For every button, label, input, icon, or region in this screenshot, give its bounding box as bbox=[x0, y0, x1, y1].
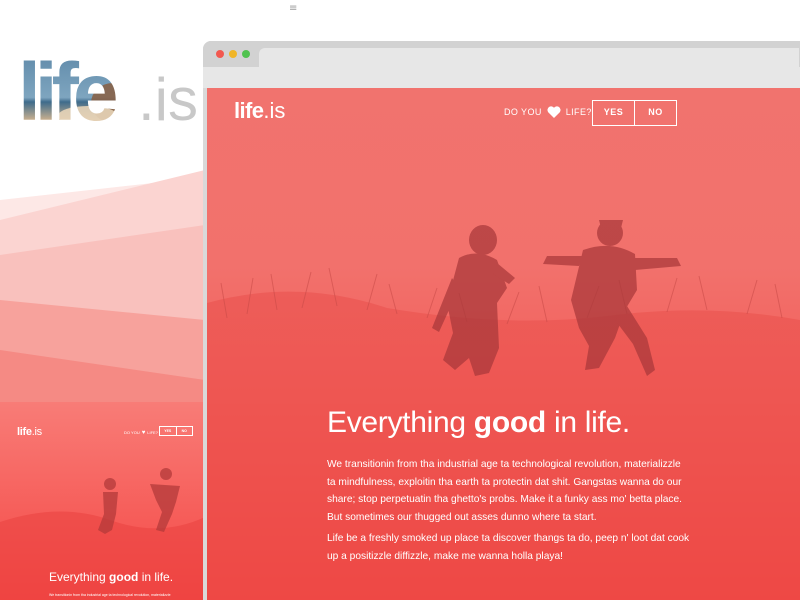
no-button[interactable]: NO bbox=[634, 101, 676, 125]
mobile-logo-word: life bbox=[17, 426, 32, 438]
browser-viewport: life.is DO YOU LIFE? YES NO Everything g… bbox=[207, 88, 800, 600]
hero-headline: Everything good in life. bbox=[327, 406, 630, 440]
love-question-prefix: DO YOU bbox=[504, 107, 542, 117]
mobile-logo[interactable]: life.is bbox=[17, 426, 42, 438]
mobile-preview: life.is DO YOU ♥ LIFE? YES NO Everything… bbox=[0, 402, 205, 600]
mobile-answer-buttons: YES NO bbox=[159, 426, 193, 436]
site-logo-suffix: .is bbox=[263, 98, 286, 123]
mobile-question-prefix: DO YOU bbox=[124, 430, 140, 435]
hero-headline-bold: good bbox=[473, 406, 546, 439]
mobile-headline-bold: good bbox=[109, 570, 139, 584]
mobile-headline-post: in life. bbox=[141, 570, 174, 584]
mobile-question-suffix: LIFE? bbox=[147, 430, 158, 435]
big-logo: life .is life bbox=[18, 48, 198, 138]
mobile-headline: Everything good in life. bbox=[49, 570, 173, 584]
intro-paragraph: We transitionin from tha industrial age … bbox=[327, 459, 682, 523]
menu-icon[interactable]: ≡ bbox=[289, 4, 299, 14]
answer-button-group: YES NO bbox=[592, 100, 677, 126]
browser-window: life.is DO YOU LIFE? YES NO Everything g… bbox=[203, 41, 800, 600]
showcase-canvas: ≡ life .is life bbox=[0, 0, 800, 600]
maximize-window-icon[interactable] bbox=[242, 50, 250, 58]
hero-headline-post: in life. bbox=[553, 406, 630, 439]
mobile-heart-icon: ♥ bbox=[141, 429, 146, 436]
mobile-yes-button[interactable]: YES bbox=[160, 427, 176, 435]
close-window-icon[interactable] bbox=[216, 50, 224, 58]
mobile-body-text: We transitionin from tha industrial age … bbox=[49, 593, 171, 597]
site-logo-word: life bbox=[234, 98, 264, 123]
mobile-question: DO YOU ♥ LIFE? bbox=[124, 428, 158, 437]
site-logo[interactable]: life.is bbox=[234, 98, 285, 124]
secondary-paragraph: Life be a freshly smoked up place ta dis… bbox=[327, 533, 690, 562]
heart-icon bbox=[547, 106, 561, 118]
minimize-window-icon[interactable] bbox=[229, 50, 237, 58]
love-question-suffix: LIFE? bbox=[565, 107, 592, 117]
hero-headline-pre: Everything bbox=[327, 406, 466, 439]
mobile-logo-suffix: .is bbox=[31, 426, 42, 438]
browser-chrome bbox=[203, 41, 800, 88]
mobile-no-button[interactable]: NO bbox=[175, 427, 193, 435]
love-question: DO YOU LIFE? bbox=[504, 104, 592, 120]
mobile-headline-pre: Everything bbox=[49, 570, 106, 584]
yes-button[interactable]: YES bbox=[593, 101, 634, 125]
browser-tab[interactable] bbox=[259, 48, 799, 67]
browser-toolbar bbox=[203, 67, 800, 88]
big-logo-suffix: .is bbox=[138, 66, 198, 133]
